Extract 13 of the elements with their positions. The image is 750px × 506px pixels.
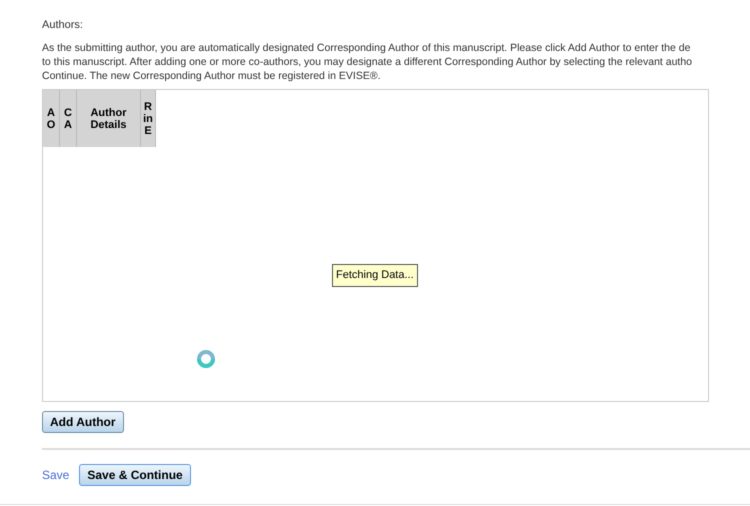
add-author-button[interactable]: Add Author — [42, 411, 124, 433]
section-label: Authors: — [42, 18, 83, 32]
loading-tooltip: Fetching Data... — [332, 264, 418, 286]
column-header: R in E — [141, 90, 156, 147]
instructions-line: Continue. The new Corresponding Author must be registered in EVISE®. — [42, 69, 380, 83]
instructions-line: to this manuscript. After adding one or more co-authors, you may designate a different Corresponding Author by selecting the relevant autho — [42, 55, 692, 69]
instructions-line: As the submitting author, you are automatically designated Corresponding Author of this manuscript. Please click Add Author to enter the de — [42, 41, 690, 55]
save-continue-button[interactable]: Save & Continue — [79, 464, 191, 486]
column-header: C A — [60, 90, 77, 147]
column-header: Author Details — [77, 90, 141, 147]
loading-spinner-icon — [196, 349, 216, 369]
save-link[interactable]: Save — [42, 466, 70, 484]
column-header: A O — [43, 90, 60, 147]
